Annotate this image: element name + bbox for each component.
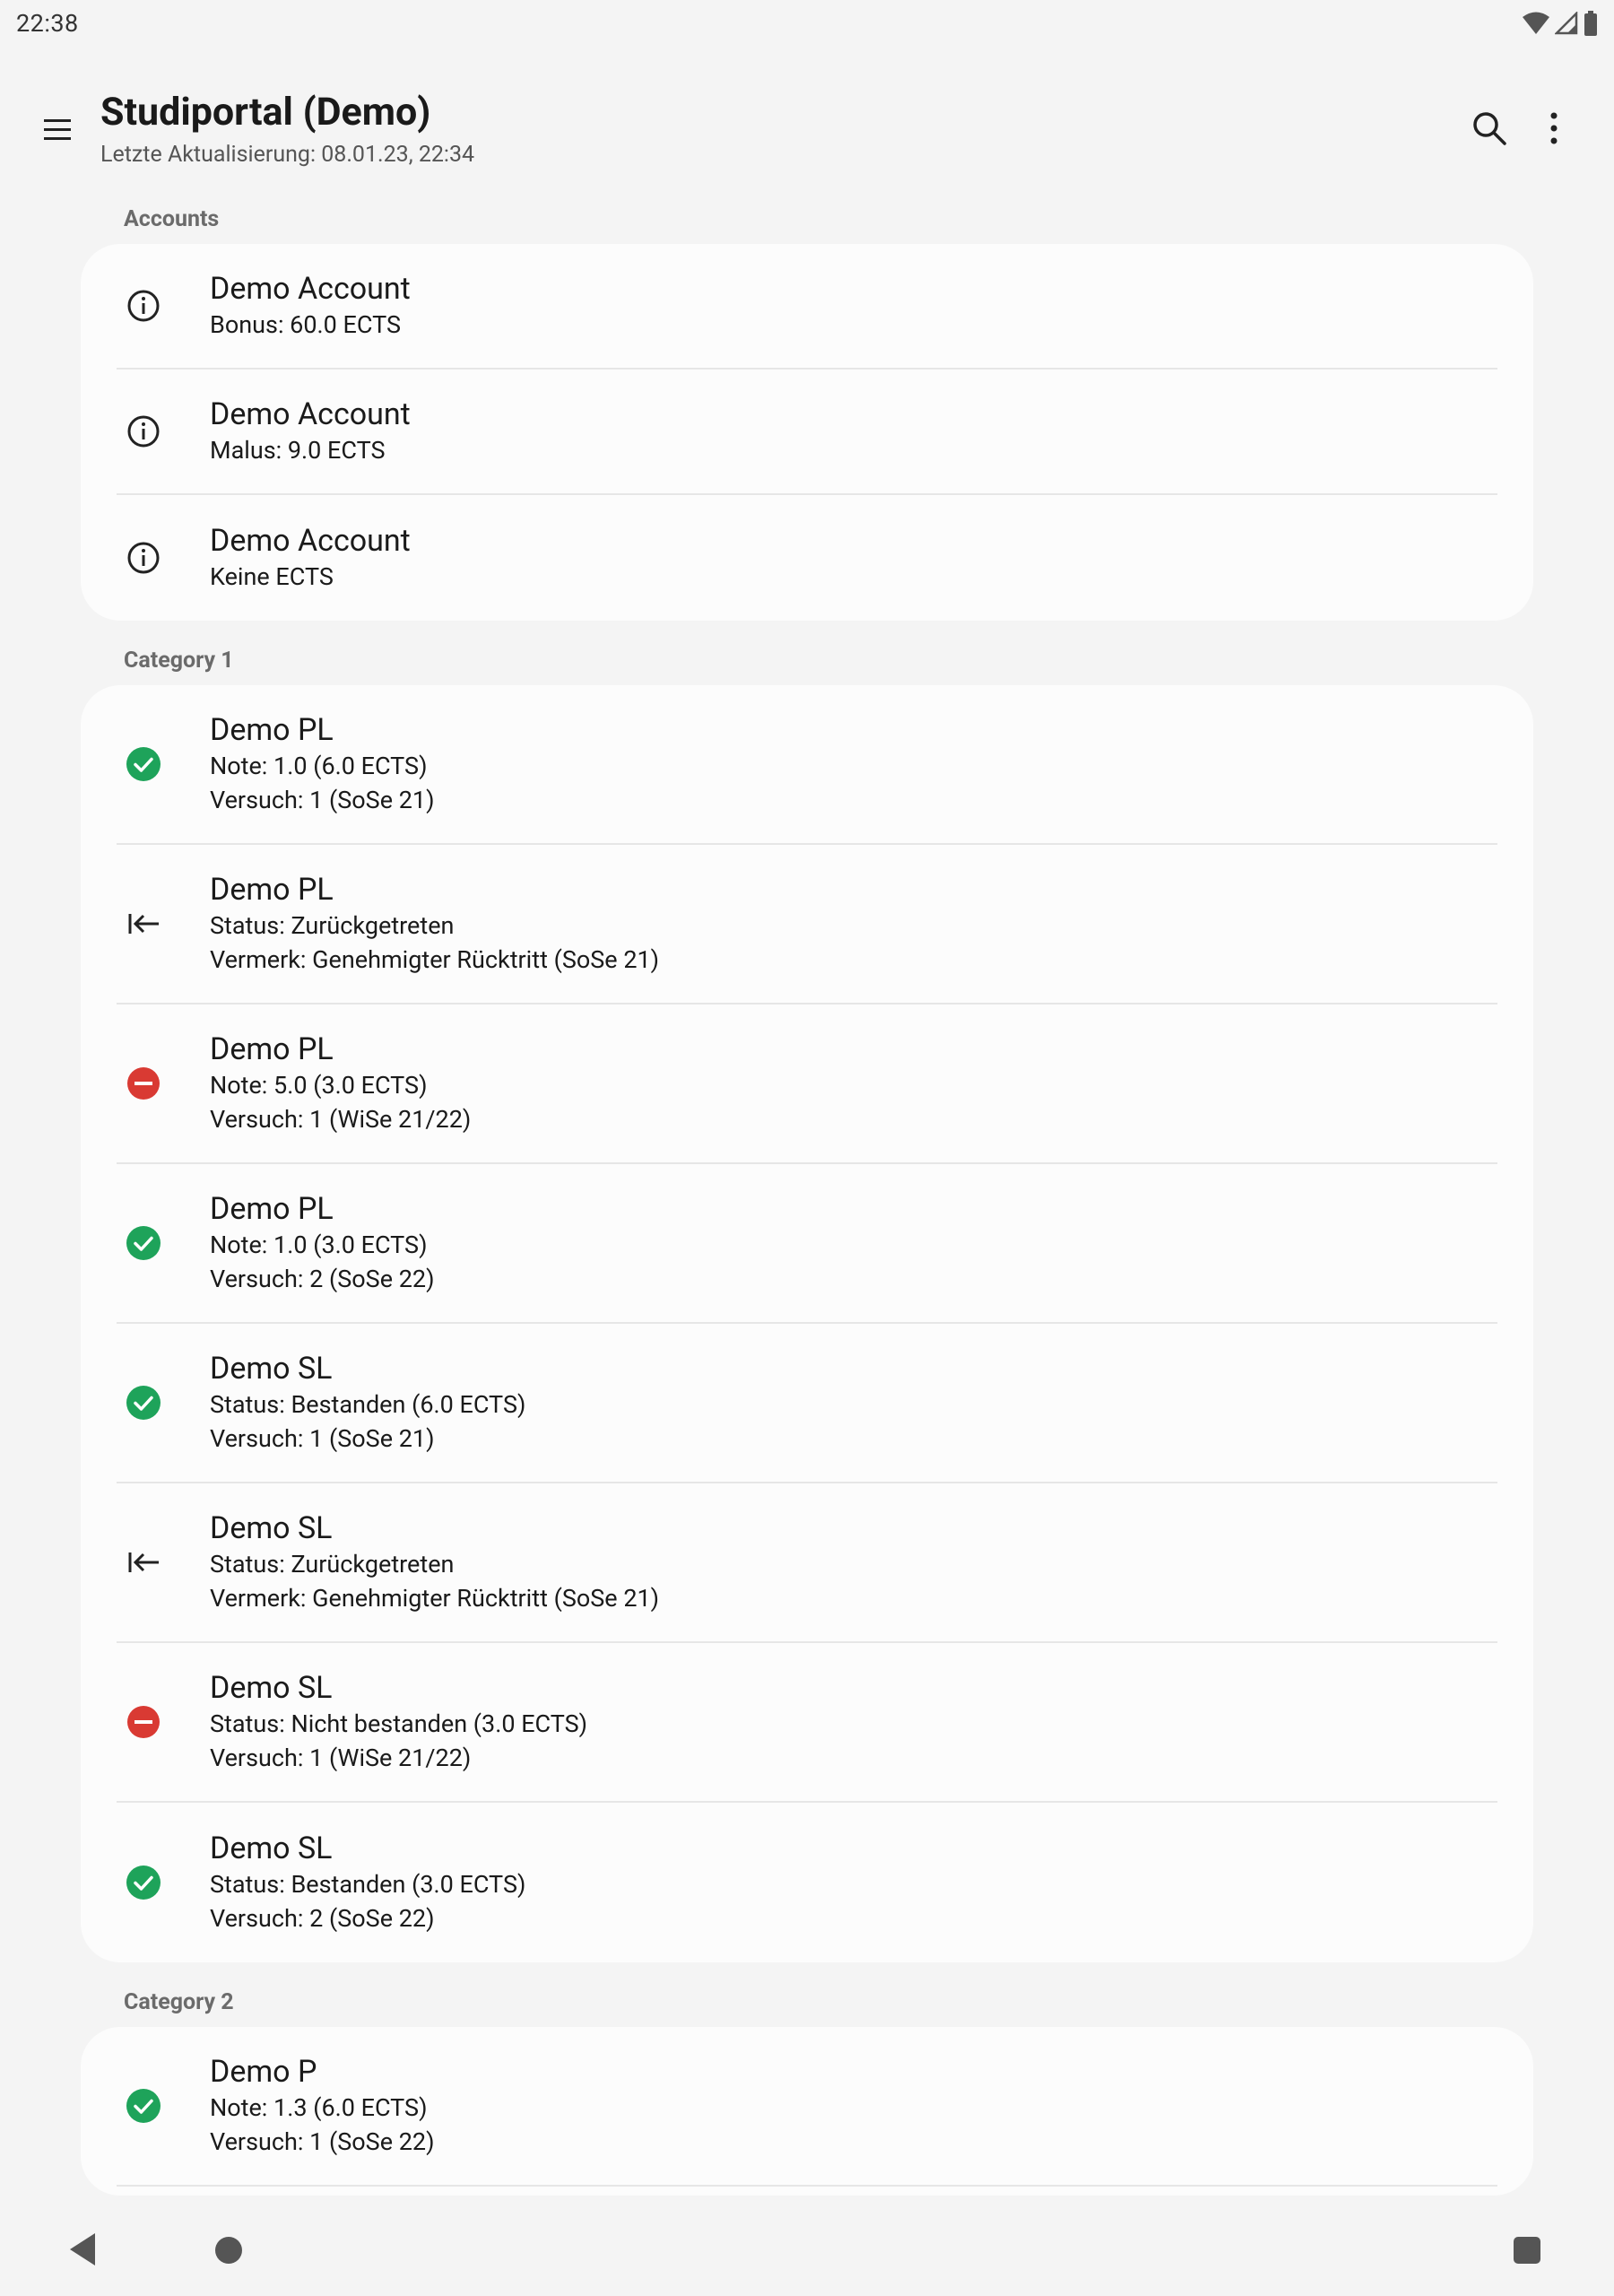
item-detail: Note: 5.0 (3.0 ECTS) [210,1071,428,1100]
item-title: Demo PL [210,712,334,748]
recent-apps-icon[interactable] [1514,2237,1540,2264]
check-circle-icon [126,1226,161,1260]
item-detail: Note: 1.0 (3.0 ECTS) [210,1231,428,1259]
system-nav-bar [0,2206,1614,2296]
check-circle-icon [126,1386,161,1420]
item-title: Demo SL [210,1831,333,1866]
more-vert-icon [1550,112,1558,144]
item-detail: Versuch: 2 (SoSe 22) [210,1904,435,1933]
list-item[interactable]: Demo Account Malus: 9.0 ECTS [117,370,1497,495]
wifi-icon [1523,12,1549,34]
list-item[interactable]: Demo SL Status: Zurückgetreten Vermerk: Ge… [117,1483,1497,1643]
section-header-accounts: Accounts [124,206,220,232]
menu-button[interactable] [36,108,79,151]
page-title: Studiportal (Demo) [100,90,431,135]
home-icon[interactable] [215,2237,242,2264]
last-update-subtitle: Letzte Aktualisierung: 08.01.23, 22:34 [100,142,475,168]
list-item[interactable]: Demo PL Status: Zurückgetreten Vermerk: Ge… [117,845,1497,1004]
info-icon [127,290,160,322]
card-accounts: Demo Account Bonus: 60.0 ECTS Demo Accoun… [81,244,1533,621]
search-icon [1473,112,1506,145]
item-detail: Malus: 9.0 ECTS [210,436,386,465]
item-title: Demo SL [210,1351,333,1387]
item-title: Demo SL [210,1510,333,1546]
list-item[interactable]: Demo PL Note: 5.0 (3.0 ECTS) Versuch: 1 (W… [117,1004,1497,1164]
item-detail: Versuch: 2 (SoSe 22) [210,1265,435,1293]
item-detail: Status: Nicht bestanden (3.0 ECTS) [210,1709,588,1738]
app-bar: Studiportal (Demo) Letzte Aktualisierung… [0,81,1614,179]
list-item[interactable]: Demo SL Status: Bestanden (6.0 ECTS) Versu… [117,1324,1497,1483]
item-title: Demo SL [210,1670,333,1706]
check-circle-icon [126,747,161,781]
item-detail: Versuch: 1 (SoSe 22) [210,2127,435,2156]
withdraw-icon [128,914,159,934]
item-title: Demo PL [210,1031,334,1067]
item-detail: Status: Bestanden (6.0 ECTS) [210,1390,526,1419]
item-title: Demo P [210,2054,317,2090]
item-title: Demo PL [210,872,334,908]
card-category-2: Demo P Note: 1.3 (6.0 ECTS) Versuch: 1 (So… [81,2027,1533,2196]
back-icon[interactable] [68,2231,97,2267]
minus-circle-icon [127,1706,160,1738]
search-button[interactable] [1467,106,1512,151]
withdraw-icon [128,1552,159,1572]
item-title: Demo PL [210,1191,334,1227]
item-detail: Status: Bestanden (3.0 ECTS) [210,1870,526,1899]
item-detail: Versuch: 1 (SoSe 21) [210,1424,435,1453]
card-category-1: Demo PL Note: 1.0 (6.0 ECTS) Versuch: 1 (S… [81,685,1533,1962]
item-title: Demo Account [210,396,411,432]
list-item[interactable]: Demo PL Note: 1.0 (6.0 ECTS) Versuch: 1 (S… [117,685,1497,845]
item-detail: Keine ECTS [210,562,334,591]
item-detail: Note: 1.3 (6.0 ECTS) [210,2093,428,2122]
minus-circle-icon [127,1067,160,1100]
item-detail: Versuch: 1 (WiSe 21/22) [210,1105,472,1134]
hamburger-menu-icon [44,119,71,140]
list-item[interactable]: Demo PL Note: 1.0 (3.0 ECTS) Versuch: 2 (S… [117,1164,1497,1324]
list-item[interactable]: Demo SL Status: Nicht bestanden (3.0 ECTS… [117,1643,1497,1803]
check-circle-icon [126,1866,161,1900]
item-detail: Versuch: 1 (SoSe 21) [210,786,435,814]
status-icons [1523,11,1598,36]
status-bar: 22:38 [0,0,1614,47]
battery-icon [1584,11,1597,36]
item-detail: Status: Zurückgetreten [210,911,455,940]
item-detail: Bonus: 60.0 ECTS [210,310,401,339]
item-detail: Status: Zurückgetreten [210,1550,455,1578]
item-detail: Vermerk: Genehmigter Rücktritt (SoSe 21) [210,1584,660,1613]
item-detail: Vermerk: Genehmigter Rücktritt (SoSe 21) [210,945,660,974]
list-item[interactable]: Demo SL Status: Bestanden (3.0 ECTS) Versu… [117,1803,1497,1962]
check-circle-icon [126,2089,161,2123]
list-item[interactable]: Demo Account Bonus: 60.0 ECTS [117,244,1497,370]
section-header-category-1: Category 1 [124,648,234,674]
list-item[interactable]: Demo Account Keine ECTS [117,495,1497,621]
info-icon [127,415,160,448]
item-title: Demo Account [210,271,411,307]
signal-icon [1555,12,1578,35]
item-detail: Versuch: 1 (WiSe 21/22) [210,1744,472,1772]
list-item[interactable]: Demo P Note: 1.3 (6.0 ECTS) Versuch: 1 (So… [117,2027,1497,2187]
info-icon [127,542,160,574]
item-detail: Note: 1.0 (6.0 ECTS) [210,752,428,780]
overflow-menu-button[interactable] [1532,106,1576,151]
section-header-category-2: Category 2 [124,1989,234,2015]
item-title: Demo Account [210,523,411,559]
status-time: 22:38 [16,9,79,38]
